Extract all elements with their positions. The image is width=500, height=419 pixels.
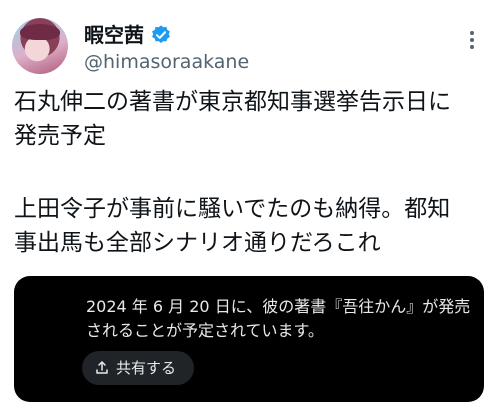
more-options-icon[interactable] bbox=[458, 26, 486, 54]
tweet-text-line: 発売予定 bbox=[14, 123, 106, 149]
share-upload-icon bbox=[96, 361, 108, 374]
card-text-line: 2024 年 6 月 20 日に、彼の著書『吾往かん』が発売 bbox=[86, 297, 471, 316]
avatar[interactable] bbox=[12, 18, 68, 74]
tweet: 暇空茜 @himasoraakane 石丸伸二の著書が東京都知事選挙告示日に 発… bbox=[0, 0, 500, 419]
tweet-text-line: 上田令子が事前に騒いでたのも納得。都知 bbox=[14, 196, 451, 222]
share-button[interactable]: 共有する bbox=[82, 351, 194, 385]
tweet-text-line: 事出馬も全部シナリオ通りだろこれ bbox=[14, 230, 381, 256]
tweet-text-line: 石丸伸二の著書が東京都知事選挙告示日に bbox=[14, 89, 451, 115]
display-name[interactable]: 暇空茜 bbox=[84, 22, 144, 48]
info-card: 2024 年 6 月 20 日に、彼の著書『吾往かん』が発売 されることが予定さ… bbox=[14, 276, 484, 402]
verified-badge-icon bbox=[152, 25, 170, 43]
card-text-line: されることが予定されています。 bbox=[86, 321, 324, 340]
share-button-label: 共有する bbox=[116, 359, 177, 377]
handle[interactable]: @himasoraakane bbox=[84, 50, 249, 74]
